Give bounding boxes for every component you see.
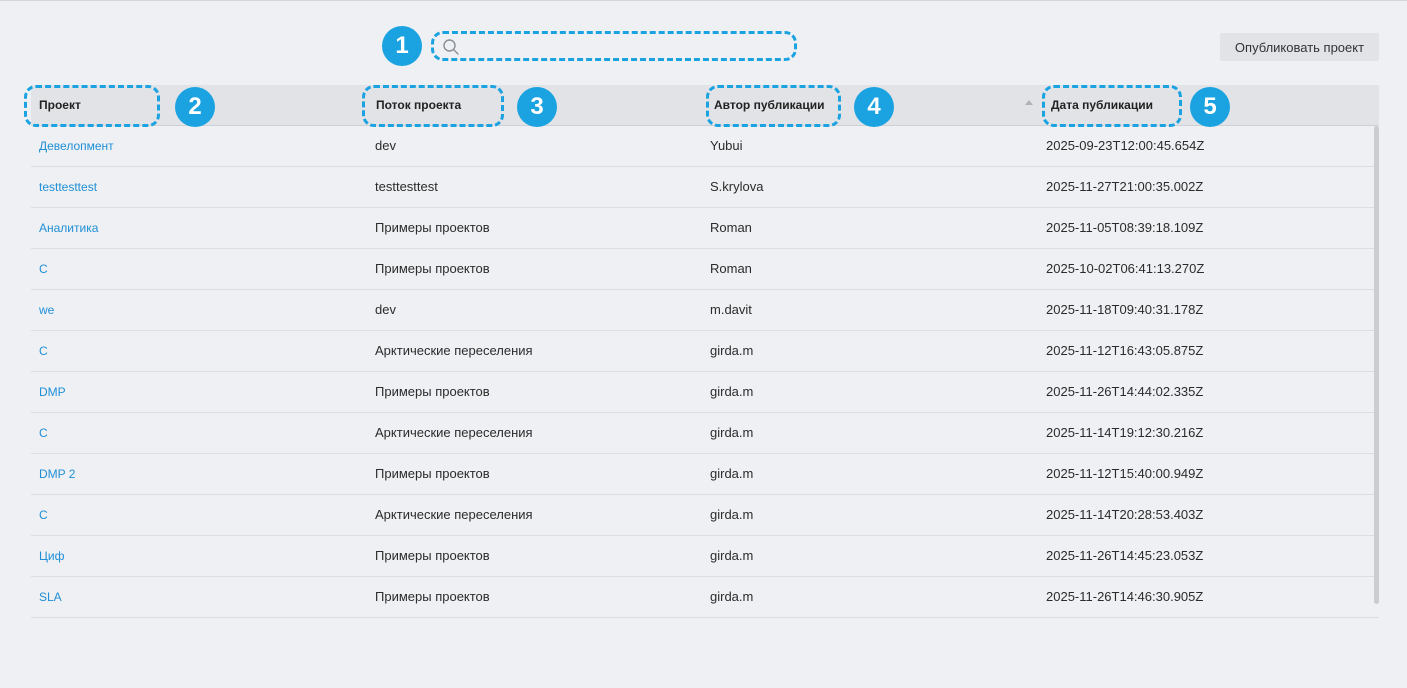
annotation-badge-5: 5 [1190,87,1230,127]
cell-project[interactable]: C [39,331,48,371]
cell-author: girda.m [710,507,754,522]
cell-project[interactable]: we [39,290,54,330]
table-row[interactable]: testtesttest testtesttest S.krylova 2025-11… [31,167,1379,208]
column-header-stream[interactable]: Поток проекта [376,85,461,125]
cell-date: 2025-11-26T14:46:30.905Z [1046,589,1204,604]
search-icon [443,39,459,55]
cell-stream: Примеры проектов [375,220,490,235]
cell-author: girda.m [710,466,754,481]
table-row[interactable]: C Арктические переселения girda.m 2025-11-1… [31,413,1379,454]
column-header-project[interactable]: Проект [39,85,81,125]
cell-author: Roman [710,220,752,235]
table-row[interactable]: SLA Примеры проектов girda.m 2025-11-26T14:… [31,577,1379,618]
cell-project[interactable]: C [39,413,48,453]
cell-author: S.krylova [710,179,764,194]
search-input[interactable] [466,36,790,60]
cell-stream: dev [375,302,396,317]
table-row[interactable]: C Арктические переселения girda.m 2025-11-1… [31,331,1379,372]
search-box[interactable] [431,31,797,61]
table-body: Девелопмент dev Yubui 2025-09-23T12:00:45.6… [31,126,1379,618]
table-scrollbar[interactable] [1374,126,1379,604]
cell-author: girda.m [710,384,754,399]
annotation-badge-2: 2 [175,87,215,127]
cell-date: 2025-11-27T21:00:35.002Z [1046,179,1204,194]
cell-stream: Арктические переселения [375,343,533,358]
publish-project-button[interactable]: Опубликовать проект [1220,33,1379,61]
cell-project[interactable]: DMP 2 [39,454,75,494]
cell-date: 2025-11-14T19:12:30.216Z [1046,425,1204,440]
cell-date: 2025-11-05T08:39:18.109Z [1046,220,1204,235]
cell-stream: Примеры проектов [375,548,490,563]
cell-project[interactable]: SLA [39,577,62,617]
cell-project[interactable]: Аналитика [39,208,98,248]
cell-stream: Примеры проектов [375,466,490,481]
cell-date: 2025-10-02T06:41:13.270Z [1046,261,1205,276]
cell-project[interactable]: Девелопмент [39,126,114,166]
top-border [0,0,1407,1]
column-header-author[interactable]: Автор публикации [714,85,824,125]
cell-stream: Примеры проектов [375,261,490,276]
cell-author: girda.m [710,343,754,358]
annotation-badge-3: 3 [517,87,557,127]
cell-author: girda.m [710,425,754,440]
cell-project[interactable]: DMP [39,372,66,412]
cell-date: 2025-11-12T15:40:00.949Z [1046,466,1204,481]
cell-stream: Примеры проектов [375,589,490,604]
cell-stream: dev [375,138,396,153]
table-row[interactable]: Аналитика Примеры проектов Roman 2025-11-05… [31,208,1379,249]
cell-project[interactable]: testtesttest [39,167,97,207]
cell-project[interactable]: C [39,495,48,535]
table-row[interactable]: DMP Примеры проектов girda.m 2025-11-26T14:… [31,372,1379,413]
cell-author: Yubui [710,138,743,153]
cell-date: 2025-11-26T14:44:02.335Z [1046,384,1204,399]
cell-project[interactable]: Циф [39,536,64,576]
cell-stream: Примеры проектов [375,384,490,399]
cell-author: girda.m [710,589,754,604]
table-row[interactable]: we dev m.davit 2025-11-18T09:40:31.178Z [31,290,1379,331]
table-row[interactable]: Циф Примеры проектов girda.m 2025-11-26T14:… [31,536,1379,577]
cell-stream: Арктические переселения [375,507,533,522]
column-header-date[interactable]: Дата публикации [1051,85,1153,125]
cell-author: m.davit [710,302,752,317]
table-row[interactable]: DMP 2 Примеры проектов girda.m 2025-11-12T1… [31,454,1379,495]
cell-date: 2025-09-23T12:00:45.654Z [1046,138,1205,153]
cell-date: 2025-11-18T09:40:31.178Z [1046,302,1204,317]
table-header: Проект Поток проекта Автор публикации Да… [24,85,1379,127]
cell-stream: testtesttest [375,179,438,194]
cell-date: 2025-11-14T20:28:53.403Z [1046,507,1204,522]
cell-author: girda.m [710,548,754,563]
table-row[interactable]: C Примеры проектов Roman 2025-10-02T06:41:1… [31,249,1379,290]
table-row[interactable]: C Арктические переселения girda.m 2025-11-1… [31,495,1379,536]
projects-table: Проект Поток проекта Автор публикации Да… [24,85,1379,618]
cell-project[interactable]: C [39,249,48,289]
annotation-badge-4: 4 [854,87,894,127]
cell-date: 2025-11-12T16:43:05.875Z [1046,343,1204,358]
cell-stream: Арктические переселения [375,425,533,440]
table-row[interactable]: Девелопмент dev Yubui 2025-09-23T12:00:45.6… [31,126,1379,167]
cell-date: 2025-11-26T14:45:23.053Z [1046,548,1204,563]
cell-author: Roman [710,261,752,276]
annotation-badge-1: 1 [382,26,422,66]
sort-asc-icon[interactable] [1025,100,1033,105]
